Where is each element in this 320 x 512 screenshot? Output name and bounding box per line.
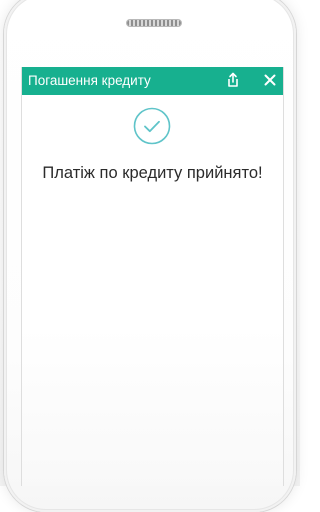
app-bar-title: Погашення кредиту [28,73,151,88]
app-bar: Погашення кредиту [22,67,283,95]
checkmark-circle-icon [133,107,171,145]
close-icon [264,74,276,86]
share-button[interactable] [224,71,242,89]
payment-accepted-message: Платіж по кредиту прийнято! [42,164,263,182]
earpiece-speaker [127,20,181,26]
screen-bottom-fade [22,327,283,486]
app-screen: Погашення кредиту Платіж по кредиту прий… [21,67,284,486]
share-icon [228,72,238,87]
close-button[interactable] [260,70,280,90]
